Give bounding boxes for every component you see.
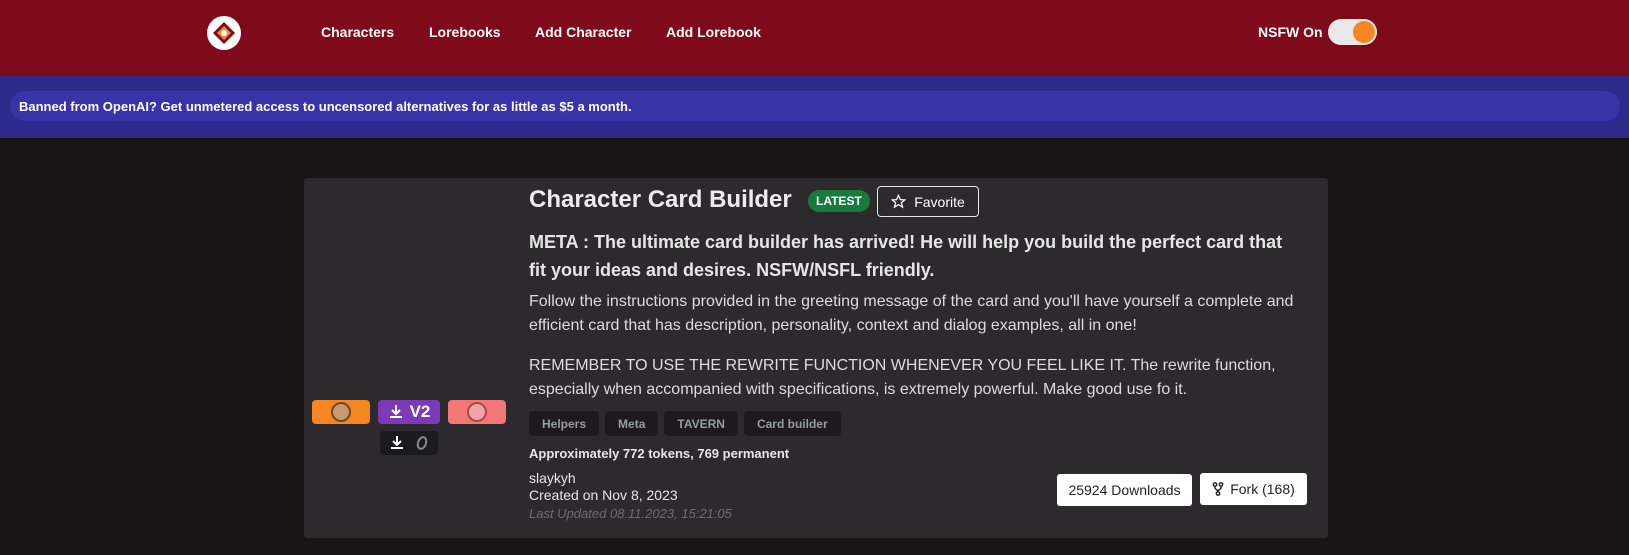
top-navbar: Characters Lorebooks Add Character Add L… [0, 0, 1629, 76]
promo-banner[interactable]: Banned from OpenAI? Get unmetered access… [10, 91, 1620, 121]
download-badges-row: V2 [312, 400, 506, 424]
nav-lorebooks[interactable]: Lorebooks [429, 0, 501, 64]
tag-meta[interactable]: Meta [605, 411, 659, 436]
card-tagline: META : The ultimate card builder has arr… [529, 232, 1283, 280]
toggle-knob [1353, 21, 1375, 43]
download-alt-badge[interactable] [448, 400, 506, 424]
download-v2-label: V2 [409, 402, 431, 421]
promo-banner-bar: Banned from OpenAI? Get unmetered access… [0, 76, 1629, 138]
author-link[interactable]: slaykyh [529, 470, 576, 486]
download-json-row [380, 431, 438, 455]
nsfw-toggle[interactable] [1328, 19, 1377, 45]
nsfw-label: NSFW On [1258, 24, 1323, 40]
fork-label: Fork (168) [1230, 481, 1295, 497]
nav-add-character[interactable]: Add Character [535, 0, 631, 64]
favorite-label: Favorite [914, 193, 965, 210]
tag-list: Helpers Meta TAVERN Card builder [529, 411, 841, 436]
star-icon [891, 194, 907, 209]
nav-characters[interactable]: Characters [321, 0, 394, 64]
downloads-button[interactable]: 25924 Downloads [1057, 474, 1192, 506]
fork-icon [1212, 482, 1224, 496]
card-description-2: REMEMBER TO USE THE REWRITE FUNCTION WHE… [529, 357, 1276, 398]
fork-button[interactable]: Fork (168) [1200, 473, 1307, 505]
download-icon [389, 405, 402, 418]
ooba-icon [416, 436, 428, 450]
tag-helpers[interactable]: Helpers [529, 411, 600, 436]
favorite-button[interactable]: Favorite [877, 186, 979, 217]
download-png-badge[interactable] [312, 400, 370, 424]
tag-tavern[interactable]: TAVERN [664, 411, 738, 436]
download-json-button[interactable] [380, 431, 438, 455]
mask-icon [467, 402, 487, 422]
card-title: Character Card Builder [529, 186, 792, 213]
avatar-icon [331, 402, 351, 422]
card-description-1: Follow the instructions provided in the … [529, 293, 1294, 334]
latest-badge: LATEST [808, 190, 870, 212]
created-date: Created on Nov 8, 2023 [529, 487, 678, 503]
nav-add-lorebook[interactable]: Add Lorebook [666, 0, 761, 64]
download-icon [391, 436, 403, 449]
site-logo-icon[interactable] [207, 16, 241, 50]
token-count: Approximately 772 tokens, 769 permanent [529, 446, 790, 461]
updated-date: Last Updated 08.11.2023, 15:21:05 [529, 506, 732, 521]
download-v2-button[interactable]: V2 [378, 400, 440, 424]
tag-card-builder[interactable]: Card builder [743, 411, 841, 436]
